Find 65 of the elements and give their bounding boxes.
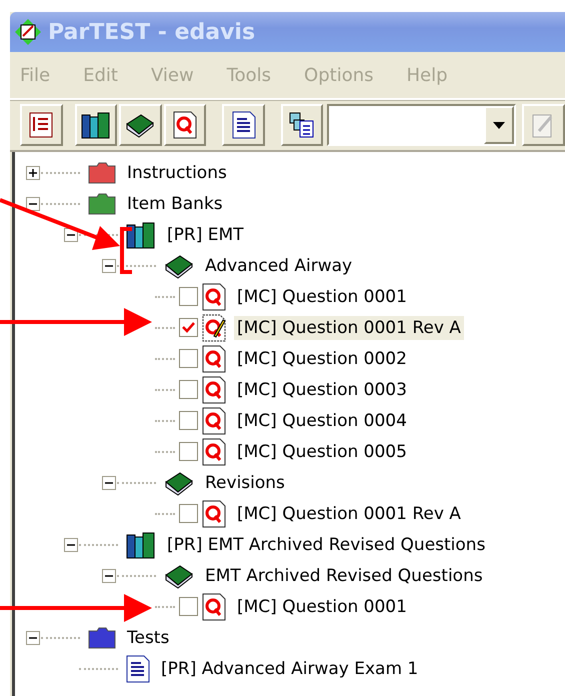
book-icon bbox=[164, 252, 194, 278]
checkbox[interactable] bbox=[179, 442, 198, 461]
question-icon bbox=[202, 500, 226, 528]
document-icon bbox=[232, 111, 256, 139]
expander-toggle[interactable] bbox=[26, 166, 40, 180]
tree-item[interactable]: Item Banks bbox=[124, 192, 226, 216]
expander-toggle[interactable] bbox=[26, 196, 40, 210]
toolbar-button[interactable] bbox=[164, 104, 206, 146]
combo-box[interactable] bbox=[327, 104, 516, 146]
question-icon bbox=[202, 592, 226, 620]
tree-item[interactable]: Advanced Airway bbox=[202, 254, 356, 278]
toolbar-button[interactable] bbox=[20, 104, 63, 146]
question-icon bbox=[202, 438, 226, 466]
tree-item[interactable]: [MC] Question 0002 bbox=[234, 346, 410, 370]
list-icon bbox=[28, 111, 54, 139]
books-icon bbox=[80, 111, 111, 139]
tree-item[interactable]: Revisions bbox=[202, 470, 288, 494]
book-icon bbox=[164, 562, 194, 588]
expander-toggle[interactable] bbox=[102, 568, 116, 582]
checkbox[interactable] bbox=[179, 597, 198, 616]
tree-item[interactable]: [PR] EMT Archived Revised Questions bbox=[164, 532, 488, 556]
caret-icon bbox=[493, 122, 506, 128]
toolbar-button[interactable] bbox=[74, 104, 118, 146]
documents-icon bbox=[288, 111, 316, 139]
app-icon bbox=[14, 18, 42, 46]
checkbox[interactable] bbox=[179, 411, 198, 430]
tree-item[interactable]: Instructions bbox=[124, 160, 230, 184]
expander-toggle[interactable] bbox=[102, 476, 116, 490]
question-icon bbox=[202, 376, 226, 404]
question-icon bbox=[202, 406, 226, 434]
question-icon bbox=[202, 282, 226, 310]
books-icon bbox=[126, 220, 156, 248]
tree-item[interactable]: [MC] Question 0005 bbox=[234, 440, 410, 464]
tree-item[interactable]: [PR] Advanced Airway Exam 1 bbox=[158, 656, 422, 680]
tree-item[interactable]: [MC] Question 0001 Rev A bbox=[234, 316, 464, 340]
plus-icon bbox=[29, 168, 37, 176]
book-icon bbox=[164, 470, 194, 496]
book-icon bbox=[125, 112, 156, 138]
expander-toggle[interactable] bbox=[64, 538, 78, 552]
question-icon bbox=[202, 344, 226, 372]
books-icon bbox=[126, 530, 156, 558]
checkbox[interactable] bbox=[179, 287, 198, 306]
checkbox[interactable] bbox=[179, 380, 198, 399]
expander-toggle[interactable] bbox=[102, 258, 116, 272]
tree-item[interactable]: Tests bbox=[124, 626, 172, 650]
dropdown-button[interactable] bbox=[484, 106, 514, 144]
window-title: ParTEST - edavis bbox=[48, 20, 256, 44]
tree-item[interactable]: [MC] Question 0001 bbox=[234, 594, 410, 618]
question-pencil-icon bbox=[202, 314, 226, 342]
document-icon bbox=[126, 654, 150, 682]
tree-item[interactable]: [MC] Question 0004 bbox=[234, 408, 410, 432]
checkbox[interactable] bbox=[179, 349, 198, 368]
tree-item[interactable]: [MC] Question 0003 bbox=[234, 378, 410, 402]
expander-toggle[interactable] bbox=[26, 630, 40, 644]
tree-item[interactable]: EMT Archived Revised Questions bbox=[202, 564, 486, 588]
toolbar-button[interactable] bbox=[280, 104, 324, 146]
tree-item[interactable]: [MC] Question 0001 Rev A bbox=[234, 502, 464, 526]
checkbox[interactable] bbox=[179, 318, 198, 337]
toolbar-button[interactable] bbox=[119, 104, 162, 146]
tree-item[interactable]: [MC] Question 0001 bbox=[234, 284, 410, 308]
annotation-bracket bbox=[120, 227, 132, 274]
question-icon bbox=[172, 111, 197, 139]
checkbox[interactable] bbox=[179, 504, 198, 523]
toolbar-button[interactable] bbox=[222, 104, 265, 146]
tree-item[interactable]: [PR] EMT bbox=[164, 222, 247, 246]
